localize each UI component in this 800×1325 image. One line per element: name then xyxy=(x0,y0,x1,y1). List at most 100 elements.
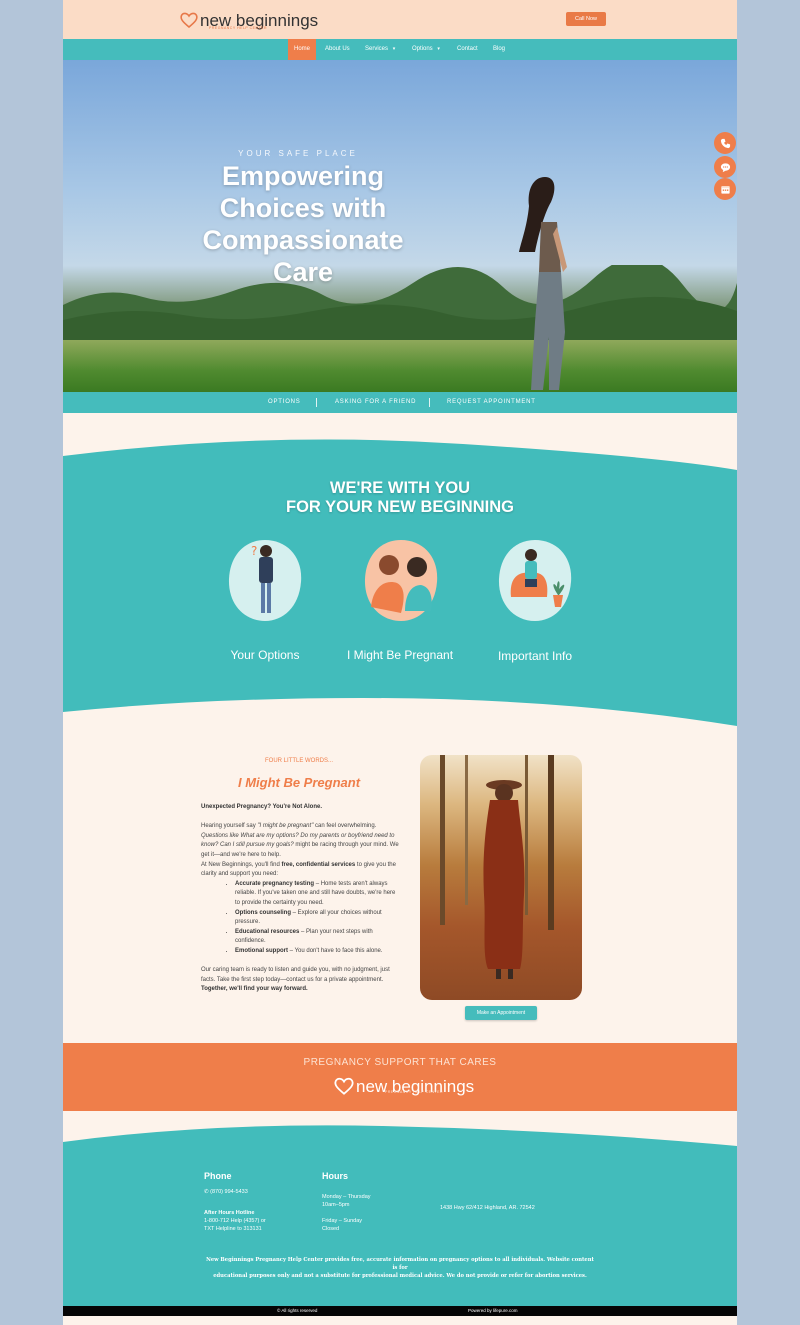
divider xyxy=(316,398,317,407)
content-heading: I Might Be Pregnant xyxy=(237,775,361,790)
woman-on-chair-illustration[interactable] xyxy=(495,537,575,623)
page: new beginnings PREGNANCY HELP CENTER Cal… xyxy=(63,0,737,1325)
banner-title: PREGNANCY SUPPORT THAT CARES xyxy=(303,1057,497,1068)
paragraph-1: Hearing yourself say "I might be pregnan… xyxy=(201,822,399,860)
women-talking-illustration[interactable] xyxy=(361,537,441,623)
section-title-line: FOR YOUR NEW BEGINNING xyxy=(286,498,514,516)
footer-phone-heading: Phone xyxy=(204,1171,232,1181)
card-your-options[interactable]: Your Options xyxy=(195,648,335,662)
calendar-float-button[interactable] xyxy=(714,178,736,200)
chevron-down-icon: ▾ xyxy=(437,46,440,52)
card-important-info[interactable]: Important Info xyxy=(465,649,605,663)
list-item: Educational resources – Plan your next s… xyxy=(235,928,399,947)
support-banner: PREGNANCY SUPPORT THAT CARES new beginni… xyxy=(63,1043,737,1111)
paragraph-2-bold: free, confidential services xyxy=(281,861,356,868)
nav-item-blog[interactable]: Blog xyxy=(493,39,505,60)
hours-line: Monday – Thursday xyxy=(322,1194,371,1200)
closing-text: Together, we'll find your way forward. xyxy=(201,986,308,993)
hours-line: Closed xyxy=(322,1226,340,1232)
hero-eyebrow: YOUR SAFE PLACE xyxy=(238,149,358,158)
intro-text: Unexpected Pregnancy? You're Not Alone. xyxy=(201,804,323,810)
section-title-line: WE'RE WITH YOU xyxy=(329,479,471,497)
banner-logo: new beginnings xyxy=(333,1074,474,1098)
services-list: Accurate pregnancy testing – Home tests … xyxy=(235,880,399,957)
footer-hours: Monday – Thursday 10am–5pm Friday – Sund… xyxy=(322,1193,371,1233)
after-hours-label: After Hours Hotline xyxy=(204,1210,255,1216)
nav-item-contact[interactable]: Contact xyxy=(457,39,478,60)
paragraph-2: At New Beginnings, you'll find free, con… xyxy=(201,861,399,880)
list-item-title: Educational resources xyxy=(235,928,300,935)
footer-hours-heading: Hours xyxy=(322,1171,349,1181)
hero-banner: YOUR SAFE PLACE Empowering Choices with … xyxy=(63,60,737,392)
heart-icon xyxy=(334,1077,354,1095)
hero-title-line: Care xyxy=(272,257,334,287)
nav-item-services-label: Services xyxy=(365,46,389,52)
banner-logo-subtext: PREGNANCY HELP CENTER xyxy=(385,1090,444,1094)
list-item: Options counseling – Explore all your ch… xyxy=(235,909,399,928)
content-body: Unexpected Pregnancy? You're Not Alone. … xyxy=(201,803,399,995)
bottom-bar: © All rights reserved Powered by lifepur… xyxy=(63,1306,737,1316)
calendar-icon xyxy=(720,185,730,194)
hero-title-line: Compassionate xyxy=(202,225,404,255)
quick-link-request-appointment[interactable]: REQUEST APPOINTMENT xyxy=(447,392,536,413)
list-item-title: Emotional support xyxy=(235,947,288,954)
woman-walking-image xyxy=(519,177,567,390)
main-nav: Home About Us Services ▾ Options ▾ Conta… xyxy=(63,39,737,60)
make-appointment-button[interactable]: Make an Appointment xyxy=(465,1006,537,1020)
paragraph-2-text: At New Beginnings, you'll find xyxy=(201,861,282,868)
after-hours-line: 1-800-712 Help (4357) or xyxy=(204,1218,266,1224)
footer-after-hours: After Hours Hotline 1-800-712 Help (4357… xyxy=(204,1209,266,1233)
hours-line: 10am–5pm xyxy=(322,1202,350,1208)
footer-address[interactable]: 1438 Hwy 62/412 Highland, AR. 72542 xyxy=(440,1204,535,1212)
nav-item-services[interactable]: Services ▾ xyxy=(365,39,395,60)
list-item: Emotional support – You don't have to fa… xyxy=(235,947,399,957)
paragraph-1-text: Hearing yourself say xyxy=(201,823,258,830)
powered-by-link[interactable]: Powered by lifepure.com xyxy=(468,1308,518,1313)
paragraph-3: Our caring team is ready to listen and g… xyxy=(201,967,390,983)
phone-icon xyxy=(720,138,730,148)
footer-phone[interactable]: ✆ (870) 994-5433 xyxy=(204,1188,248,1196)
card-i-might-be-pregnant[interactable]: I Might Be Pregnant xyxy=(330,648,470,662)
site-logo[interactable]: new beginnings PREGNANCY HELP CENTER xyxy=(179,8,318,32)
phone-float-button[interactable] xyxy=(714,132,736,154)
woman-in-forest-image xyxy=(420,755,582,1000)
quick-link-asking-for-a-friend[interactable]: ASKING FOR A FRIEND xyxy=(335,392,416,413)
call-now-button[interactable]: Call Now xyxy=(566,12,606,26)
footer-disclaimer: New Beginnings Pregnancy Help Center pro… xyxy=(203,1256,597,1280)
svg-text:?: ? xyxy=(251,544,257,558)
copyright: © All rights reserved xyxy=(277,1308,318,1313)
after-hours-line: TXT Helpline to 313131 xyxy=(204,1226,262,1232)
nav-item-home[interactable]: Home xyxy=(288,39,317,60)
heart-icon xyxy=(180,12,198,29)
content-eyebrow: FOUR LITTLE WORDS... xyxy=(264,758,333,764)
chevron-down-icon: ▾ xyxy=(392,46,396,52)
chat-float-button[interactable] xyxy=(714,156,736,178)
quick-link-options[interactable]: OPTIONS xyxy=(268,392,301,413)
paragraph-1-quote: "I might be pregnant" xyxy=(257,823,314,830)
disclaimer-line: New Beginnings Pregnancy Help Center pro… xyxy=(206,1257,594,1271)
hours-line: Friday – Sunday xyxy=(322,1218,363,1224)
list-item-text: – You don't have to face this alone. xyxy=(288,947,383,954)
chat-icon xyxy=(720,162,730,172)
disclaimer-line: educational purposes only and not a subs… xyxy=(213,1273,587,1279)
phone-icon: ✆ xyxy=(204,1189,209,1195)
logo-subtext: PREGNANCY HELP CENTER xyxy=(209,26,268,30)
hero-title: Empowering Choices with Compassionate Ca… xyxy=(183,160,423,288)
paragraph-1-text: can feel overwhelming. xyxy=(313,823,377,830)
list-item-title: Accurate pregnancy testing xyxy=(235,880,315,887)
footer-phone-number: (870) 994-5433 xyxy=(210,1189,248,1195)
divider xyxy=(429,398,430,407)
nav-item-options-label: Options xyxy=(412,46,433,52)
nav-item-about-us[interactable]: About Us xyxy=(325,39,350,60)
list-item: Accurate pregnancy testing – Home tests … xyxy=(235,880,399,909)
woman-thinking-illustration[interactable]: ? xyxy=(225,537,305,623)
autumn-forest-illustration xyxy=(440,755,554,979)
hero-title-line: Choices with xyxy=(219,193,387,223)
nav-item-options[interactable]: Options ▾ xyxy=(412,39,440,60)
list-item-title: Options counseling xyxy=(235,909,292,916)
quick-links-bar: OPTIONS ASKING FOR A FRIEND REQUEST APPO… xyxy=(63,392,737,413)
hero-title-line: Empowering xyxy=(221,161,384,191)
